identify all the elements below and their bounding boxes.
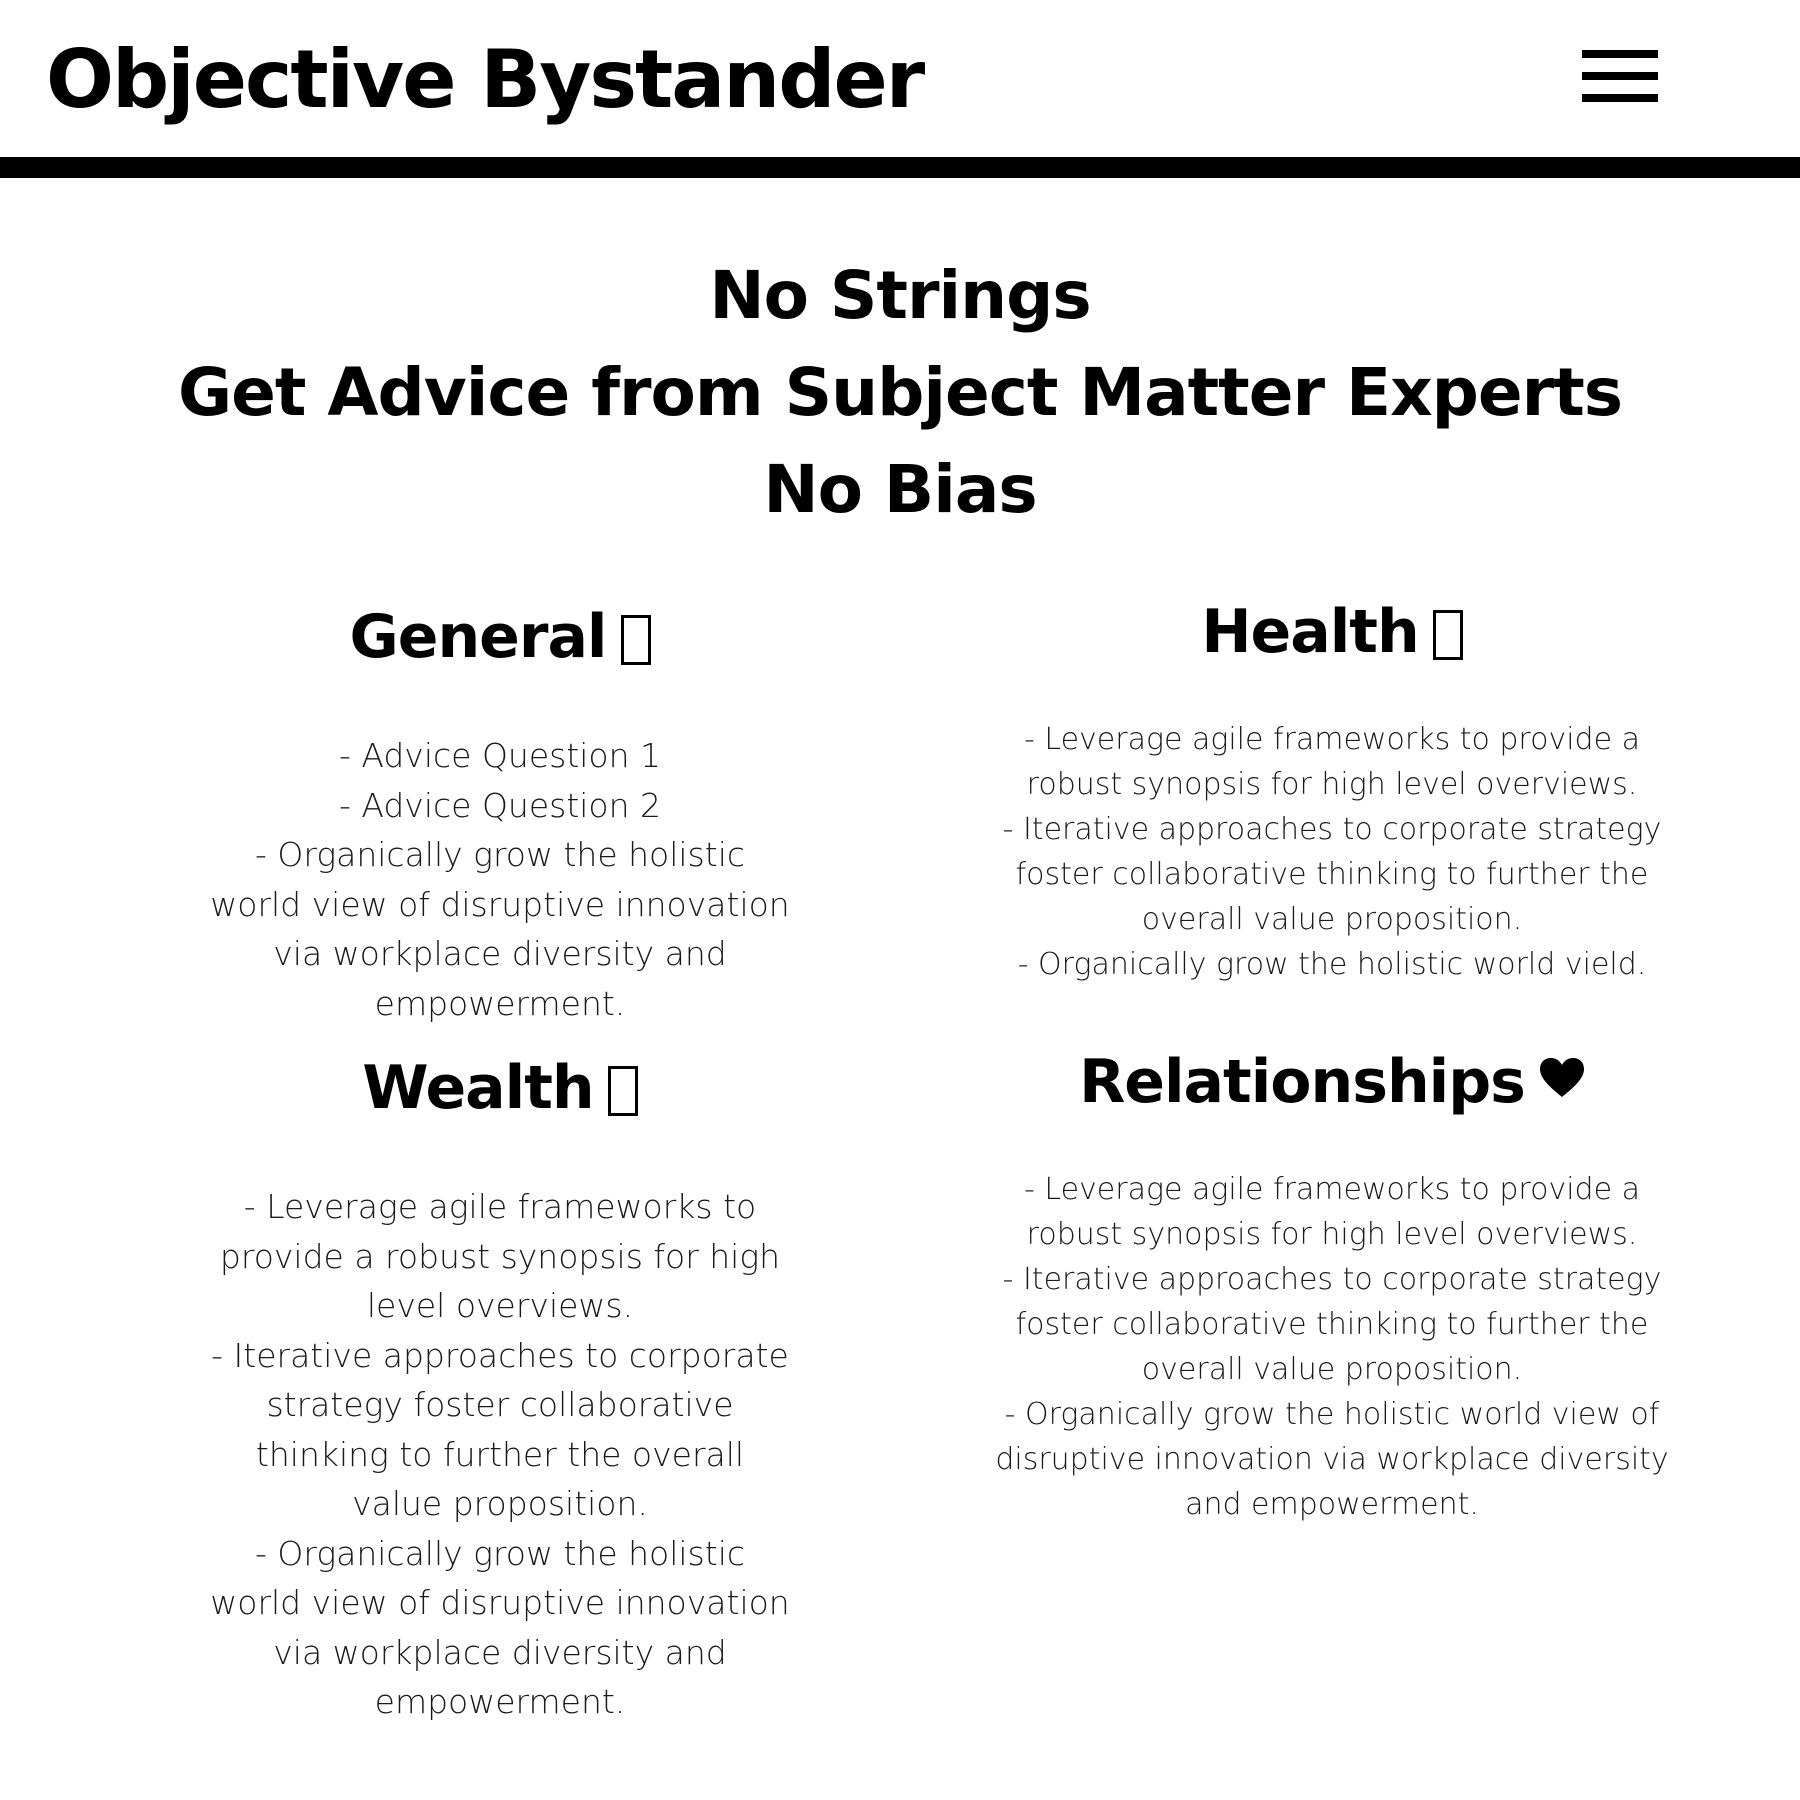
list-item[interactable]: - Advice Question 2 (80, 781, 920, 831)
missing-glyph-icon (620, 615, 651, 666)
list-item: - Organically grow the holistic world vi… (210, 1533, 790, 1722)
section-heading-wealth[interactable]: Wealth (80, 1046, 920, 1130)
hero-banner: No Strings Get Advice from Subject Matte… (0, 247, 1800, 538)
list-item: - Organically grow the holistic world vi… (1017, 947, 1647, 982)
list-item: - Iterative approaches to corporate stra… (1002, 812, 1662, 937)
menu-bar (1582, 50, 1658, 58)
site-header: Objective Bystander (0, 0, 1800, 157)
section-title: Health (1201, 597, 1419, 667)
hamburger-menu-icon[interactable] (1582, 48, 1658, 104)
menu-bar (1582, 94, 1658, 102)
section-wealth: Wealth - Leverage agile frameworks to pr… (80, 1046, 920, 1727)
site-title[interactable]: Objective Bystander (46, 30, 925, 130)
list-item[interactable]: - Advice Question 1 (80, 731, 920, 781)
hero-line-no-bias: No Bias (763, 451, 1037, 528)
list-item: - Organically grow the holistic world vi… (995, 1397, 1669, 1522)
section-heading-general[interactable]: General (80, 595, 920, 679)
heart-icon (1539, 1058, 1584, 1098)
menu-bar (1582, 72, 1658, 80)
section-heading-relationships[interactable]: Relationships (912, 1040, 1752, 1124)
section-heading-health[interactable]: Health (912, 590, 1752, 674)
list-item: - Organically grow the holistic world vi… (210, 835, 790, 1023)
list-item: - Leverage agile frameworks to provide a… (219, 1187, 781, 1325)
hero-line-no-strings: No Strings (709, 257, 1091, 334)
section-general: General - Advice Question 1 - Advice Que… (80, 595, 920, 1028)
advice-list: - Advice Question 1 - Advice Question 2 … (80, 731, 920, 1028)
section-title: Relationships (1079, 1047, 1526, 1117)
advice-list: - Leverage agile frameworks to provide a… (912, 1167, 1752, 1527)
missing-glyph-icon (607, 1066, 638, 1117)
advice-list: - Leverage agile frameworks to provide a… (912, 717, 1752, 987)
missing-glyph-icon (1432, 610, 1463, 661)
list-item: - Leverage agile frameworks to provide a… (1024, 722, 1640, 802)
list-item: - Iterative approaches to corporate stra… (1002, 1262, 1662, 1387)
list-item: - Leverage agile frameworks to provide a… (1024, 1172, 1640, 1252)
advice-list: - Leverage agile frameworks to provide a… (80, 1182, 920, 1727)
section-relationships: Relationships - Leverage agile framework… (912, 1040, 1752, 1527)
hero-line-get-advice: Get Advice from Subject Matter Experts (177, 354, 1623, 431)
header-divider (0, 157, 1800, 178)
section-title: Wealth (362, 1053, 594, 1123)
list-item: - Iterative approaches to corporate stra… (211, 1335, 789, 1524)
section-health: Health - Leverage agile frameworks to pr… (912, 590, 1752, 987)
section-title: General (349, 602, 608, 672)
